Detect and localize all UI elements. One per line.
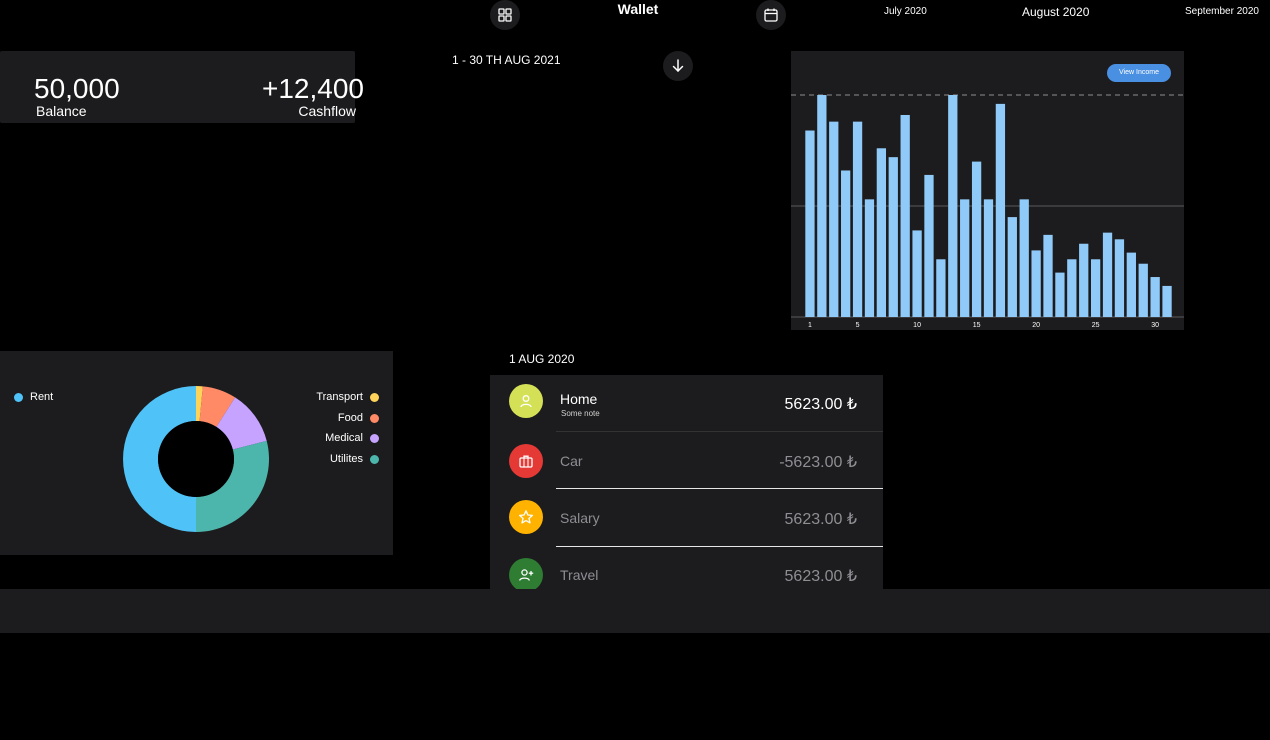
app-title: Wallet [617, 1, 659, 17]
balance-card: 50,000 Balance +12,400 Cashflow [0, 51, 364, 123]
star-icon [518, 510, 534, 524]
bar [1055, 272, 1065, 317]
balance-amount: 50,000 [34, 73, 120, 104]
category-donut-chart [123, 386, 269, 532]
legend-label: Utilites [329, 453, 363, 465]
bar [971, 161, 982, 317]
period-label: 1 - 30 TH AUG 2021 [452, 53, 561, 67]
bar [912, 230, 922, 317]
bar [900, 114, 910, 317]
month-tab-august[interactable]: August 2020 [1022, 5, 1089, 19]
income-bar-chart: 1 5 10 15 20 25 30 [791, 94, 1184, 329]
legend-medical: Medical [325, 432, 379, 444]
bar [1102, 232, 1113, 317]
bar [1162, 285, 1172, 317]
legend-label: Rent [30, 391, 54, 403]
cashflow-amount: +12,400 [262, 73, 364, 104]
tx-amount: 5623.00 ₺ [784, 568, 857, 585]
legend-label: Transport [316, 391, 363, 403]
user-plus-icon [519, 569, 534, 581]
calendar-button[interactable] [756, 0, 786, 30]
x-tick-label: 5 [856, 322, 860, 329]
donut-hole [158, 421, 234, 497]
tx-title: Travel [560, 567, 599, 583]
list-item[interactable]: Travel 5623.00 ₺ [490, 547, 883, 590]
user-icon [520, 395, 532, 408]
bar [817, 95, 827, 317]
x-tick-label: 25 [1092, 322, 1100, 329]
x-tick-label: 1 [808, 322, 812, 329]
legend-label: Medical [325, 432, 363, 444]
legend-dot [370, 392, 379, 402]
bar [948, 95, 958, 317]
bar [888, 157, 898, 317]
bar [829, 121, 839, 317]
tx-title: Salary [560, 510, 600, 526]
legend-transport: Transport [316, 391, 379, 403]
bar [876, 148, 887, 317]
calendar-icon [764, 8, 778, 22]
legend-label: Food [337, 412, 363, 424]
x-tick-label: 10 [913, 322, 921, 329]
tx-icon-bg [509, 500, 543, 534]
tx-icon-bg [509, 384, 543, 418]
income-chart-card: 1 5 10 15 20 25 30 View Income [791, 51, 1184, 330]
bar [924, 174, 934, 317]
bar [1007, 217, 1017, 317]
legend-dot [14, 392, 23, 402]
bar [1019, 199, 1029, 317]
bar [1043, 234, 1053, 317]
list-item[interactable]: Car -5623.00 ₺ [490, 432, 883, 489]
bar [864, 199, 875, 317]
bar [936, 259, 946, 317]
list-item[interactable]: Home Some note 5623.00 ₺ [490, 375, 883, 432]
legend-dot [370, 454, 379, 464]
list-item[interactable]: Salary 5623.00 ₺ [490, 489, 883, 546]
bar [1079, 243, 1089, 317]
tx-amount: -5623.00 ₺ [779, 454, 857, 471]
arrow-down-icon [672, 59, 684, 72]
bar [960, 199, 970, 317]
bar [1067, 259, 1077, 317]
month-tab-july[interactable]: July 2020 [884, 6, 927, 17]
month-tab-september[interactable]: September 2020 [1185, 6, 1259, 17]
transactions-date: 1 AUG 2020 [509, 352, 575, 366]
download-button[interactable] [663, 51, 693, 81]
briefcase-icon [519, 455, 533, 468]
bar [1114, 239, 1125, 317]
tx-title: Home [560, 391, 598, 407]
balance-label: Balance [36, 103, 87, 119]
x-tick-label: 20 [1032, 322, 1040, 329]
tx-amount: 5623.00 ₺ [784, 396, 857, 413]
bottom-bar [0, 589, 1270, 633]
bar [995, 103, 1006, 317]
categories-card: Rent Transport Food Medical Utilites [0, 351, 393, 555]
tx-amount: 5623.00 ₺ [784, 511, 857, 528]
bar [1150, 277, 1160, 317]
tx-title: Car [560, 453, 583, 469]
bar [805, 130, 815, 317]
bar [1090, 259, 1101, 317]
tx-note: Some note [561, 409, 600, 418]
legend-dot [370, 433, 379, 443]
legend-dot [370, 413, 379, 423]
legend-utilities: Utilites [330, 453, 379, 465]
transactions-list: Home Some note 5623.00 ₺ Car -5623.00 ₺ … [490, 375, 883, 590]
grid-icon [498, 8, 512, 22]
bar [1126, 252, 1136, 317]
x-tick-label: 30 [1151, 322, 1159, 329]
bar [841, 170, 851, 317]
x-tick-label: 15 [973, 322, 981, 329]
legend-rent: Rent [14, 391, 53, 403]
bar [1031, 250, 1041, 317]
grid-button[interactable] [490, 0, 520, 30]
view-income-button[interactable]: View Income [1107, 64, 1171, 82]
cashflow-label: Cashflow [298, 103, 356, 119]
bar [983, 199, 994, 317]
tx-icon-bg [509, 558, 543, 590]
legend-food: Food [338, 412, 379, 424]
bar [852, 121, 863, 317]
tx-icon-bg [509, 444, 543, 478]
bar [1138, 263, 1148, 317]
